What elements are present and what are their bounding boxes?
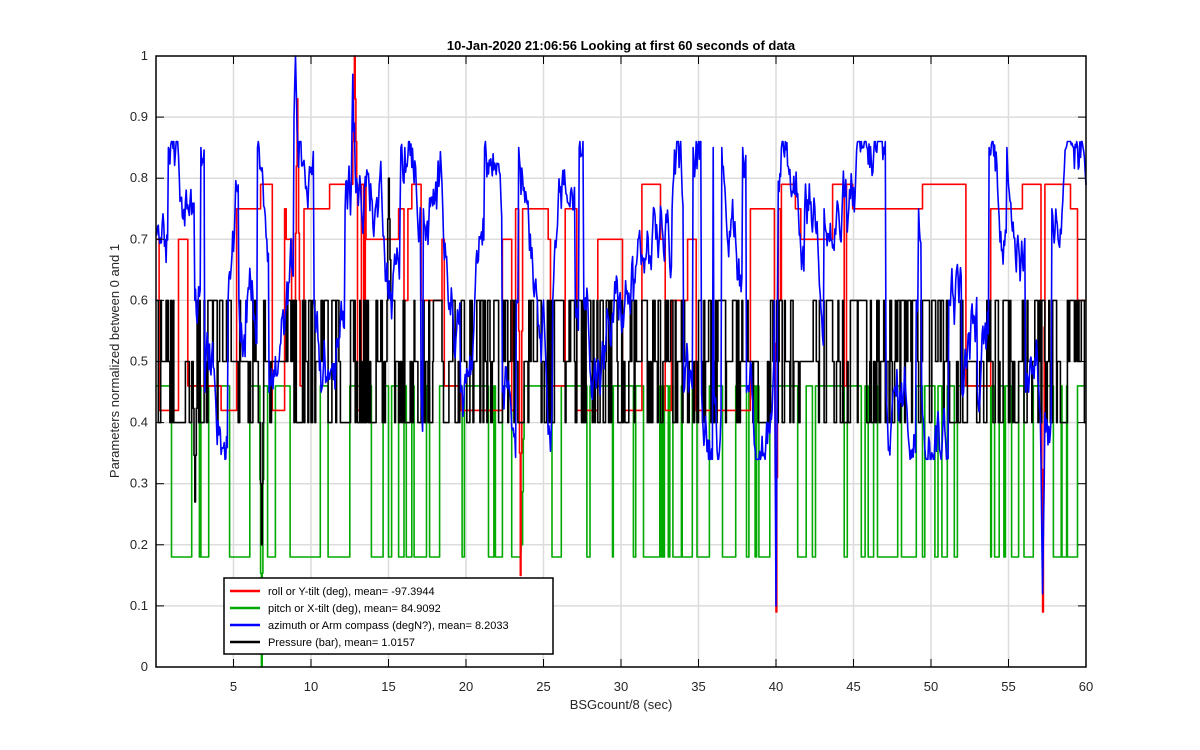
x-tick-label: 50 (924, 679, 938, 694)
legend-entry-pitch: pitch or X-tilt (deg), mean= 84.9092 (268, 603, 441, 615)
y-axis-label: Parameters normalized between 0 and 1 (107, 244, 122, 478)
x-tick-label: 60 (1079, 679, 1093, 694)
y-tick-label: 0.6 (130, 292, 148, 307)
x-tick-label: 30 (614, 679, 628, 694)
x-tick-label: 40 (769, 679, 783, 694)
y-tick-label: 1 (141, 48, 148, 63)
y-tick-label: 0.9 (130, 109, 148, 124)
x-axis-label: BSGcount/8 (sec) (570, 697, 673, 712)
y-tick-label: 0.5 (130, 354, 148, 369)
x-tick-label: 35 (691, 679, 705, 694)
x-tick-label: 10 (304, 679, 318, 694)
y-tick-label: 0.2 (130, 537, 148, 552)
y-tick-label: 0.1 (130, 598, 148, 613)
chart-title: 10-Jan-2020 21:06:56 Looking at first 60… (447, 38, 796, 53)
y-tick-label: 0.8 (130, 170, 148, 185)
x-tick-label: 45 (846, 679, 860, 694)
y-tick-label: 0.4 (130, 415, 148, 430)
x-tick-label: 5 (230, 679, 237, 694)
x-tick-label: 25 (536, 679, 550, 694)
x-tick-label: 15 (381, 679, 395, 694)
y-tick-label: 0.3 (130, 476, 148, 491)
chart: 5 10 15 20 25 30 35 40 45 50 55 60 0 0.1 0.2 0.3 0.4 0.5… (0, 0, 1200, 750)
y-tick-label: 0.7 (130, 231, 148, 246)
legend-entry-azimuth: azimuth or Arm compass (degN?), mean= 8.… (268, 620, 509, 632)
legend: roll or Y-tilt (deg), mean= -97.3944 pit… (223, 577, 554, 655)
x-tick-label: 55 (1001, 679, 1015, 694)
legend-entry-roll: roll or Y-tilt (deg), mean= -97.3944 (268, 586, 435, 598)
y-tick-label: 0 (141, 659, 148, 674)
legend-entry-pressure: Pressure (bar), mean= 1.0157 (268, 637, 415, 649)
x-tick-label: 20 (459, 679, 473, 694)
